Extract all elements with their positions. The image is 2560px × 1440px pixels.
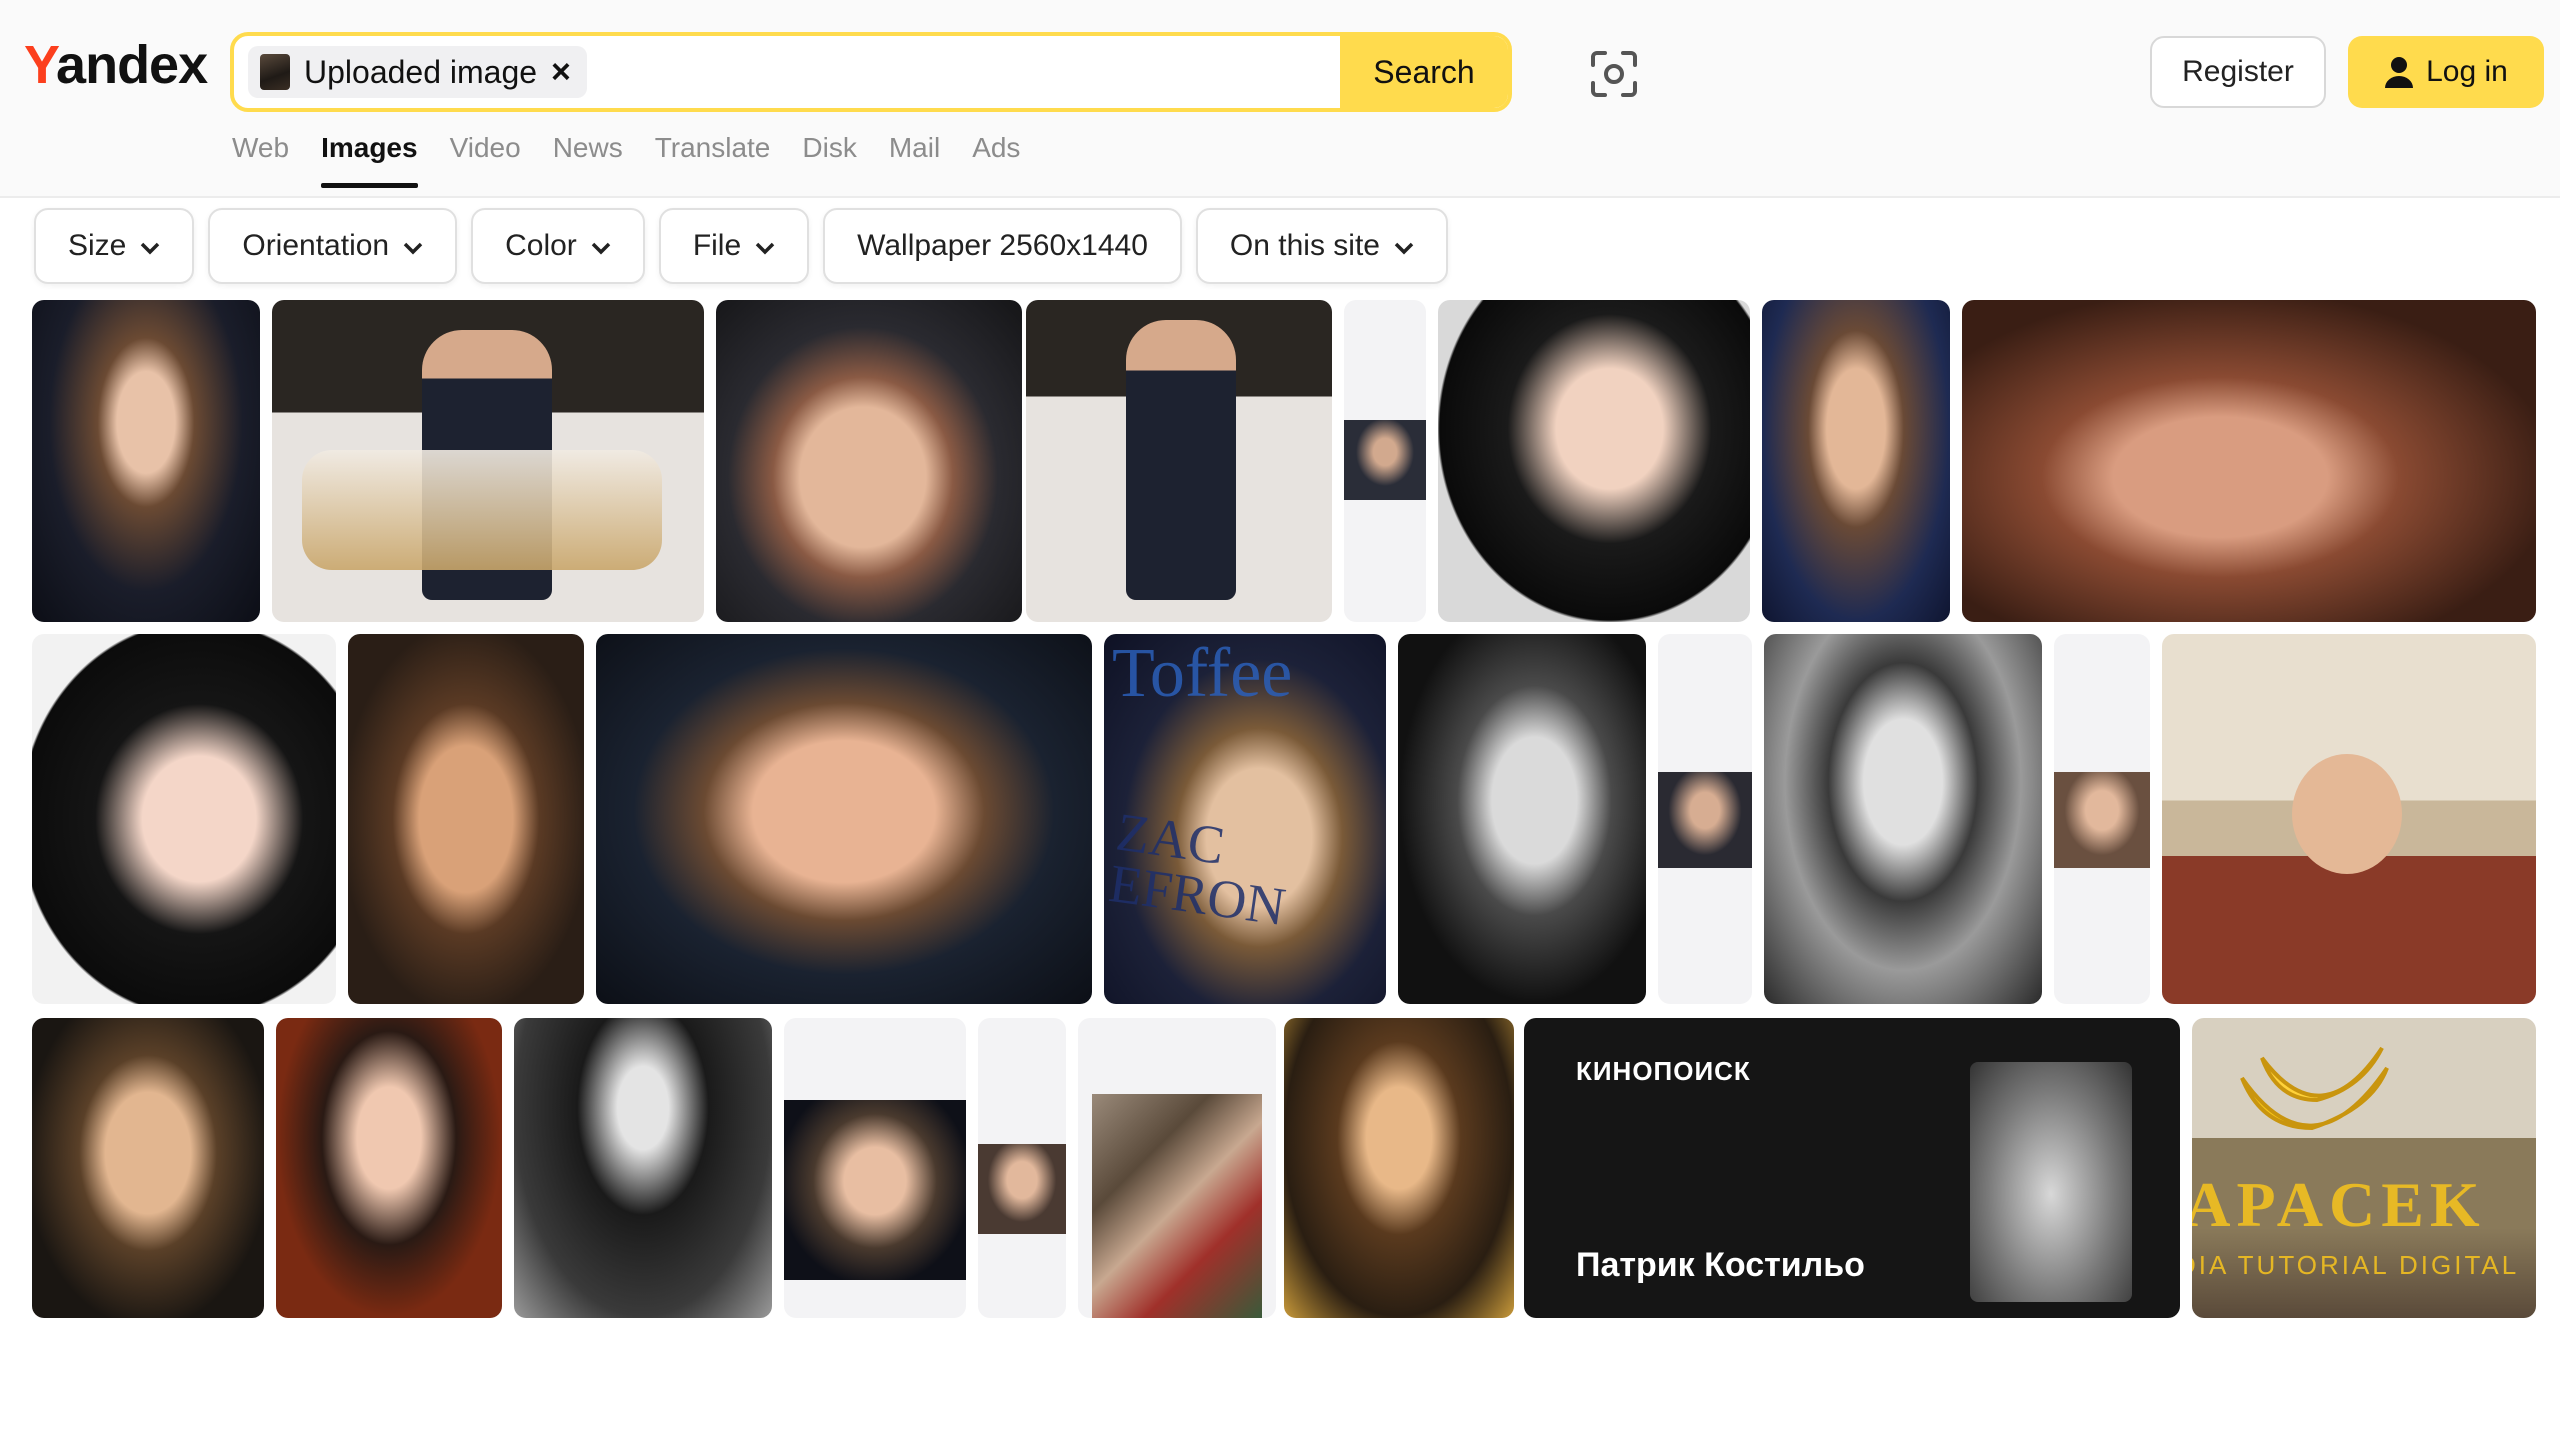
image-result[interactable] [2162,634,2536,1004]
image-result[interactable] [1764,634,2042,1004]
image-result[interactable] [276,1018,502,1318]
image-result[interactable] [1762,300,1950,622]
image-result[interactable] [1026,300,1332,622]
image-result[interactable] [1078,1018,1276,1318]
image-result[interactable] [32,300,260,622]
image-result[interactable] [1962,300,2536,622]
image-result[interactable] [32,1018,264,1318]
image-result[interactable] [514,1018,772,1318]
image-result[interactable]: CAPACEK MEDIA TUTORIAL DIGITAL [2192,1018,2536,1318]
banana-icon [2240,1046,2389,1131]
login-label: Log in [2426,55,2508,88]
tab-video[interactable]: Video [450,132,521,188]
register-button[interactable]: Register [2150,36,2326,108]
kinopoisk-person-name: Патрик Костильо [1576,1246,1865,1284]
watermark-subtext: MEDIA TUTORIAL DIGITAL [2192,1250,2520,1280]
tab-mail[interactable]: Mail [889,132,940,188]
uploaded-image-chip[interactable]: Uploaded image × [248,46,587,98]
filter-bar: Size Orientation Color File Wallpaper 25… [34,208,1448,284]
user-icon [2385,57,2414,88]
uploaded-image-label: Uploaded image [304,53,538,90]
image-result[interactable] [2054,634,2150,1004]
kinopoisk-photo [1970,1062,2132,1302]
tab-web[interactable]: Web [232,132,289,188]
camera-search-icon[interactable] [1586,46,1642,102]
tab-images[interactable]: Images [321,132,418,188]
image-result[interactable] [596,634,1092,1004]
image-result[interactable] [978,1018,1066,1318]
chevron-down-icon [591,229,611,263]
image-result[interactable] [1438,300,1750,622]
chevron-down-icon [140,229,160,263]
magazine-title: Toffee [1112,635,1293,712]
chevron-down-icon [755,229,775,263]
image-result[interactable] [784,1018,966,1318]
close-icon[interactable]: × [551,53,571,92]
image-result[interactable] [1284,1018,1514,1318]
filter-wallpaper[interactable]: Wallpaper 2560x1440 [823,208,1182,284]
image-result[interactable] [348,634,584,1004]
image-result[interactable] [1344,300,1426,622]
filter-on-this-site[interactable]: On this site [1195,208,1448,284]
search-bar[interactable]: Uploaded image × Search [230,32,1512,112]
filter-size[interactable]: Size [34,208,195,284]
image-result[interactable] [1658,634,1752,1004]
tab-disk[interactable]: Disk [802,132,856,188]
yandex-logo[interactable]: Yandex [24,34,208,96]
tab-news[interactable]: News [553,132,623,188]
filter-file[interactable]: File [658,208,810,284]
kinopoisk-logo: КИНОПОИСК [1576,1056,1751,1086]
image-result[interactable] [1398,634,1646,1004]
magazine-cover-name: ZAC EFRON [1105,801,1290,938]
header: Yandex Uploaded image × Search Register … [0,0,2560,198]
chevron-down-icon [1394,229,1414,263]
chevron-down-icon [403,229,423,263]
filter-color[interactable]: Color [471,208,645,284]
login-button[interactable]: Log in [2348,36,2544,108]
image-result[interactable] [32,634,336,1004]
kinopoisk-result[interactable]: КИНОПОИСК Патрик Костильо [1524,1018,2180,1318]
search-button[interactable]: Search [1340,36,1508,108]
magazine-cover-result[interactable]: Toffee ZAC EFRON [1104,634,1386,1004]
uploaded-image-thumbnail [260,54,290,90]
watermark-text: CAPACEK [2192,1169,2486,1240]
tab-translate[interactable]: Translate [655,132,771,188]
filter-orientation[interactable]: Orientation [208,208,458,284]
image-result[interactable] [716,300,1022,622]
image-result[interactable] [272,300,704,622]
tab-ads[interactable]: Ads [972,132,1020,188]
nav-tabs: Web Images Video News Translate Disk Mai… [232,132,1020,188]
